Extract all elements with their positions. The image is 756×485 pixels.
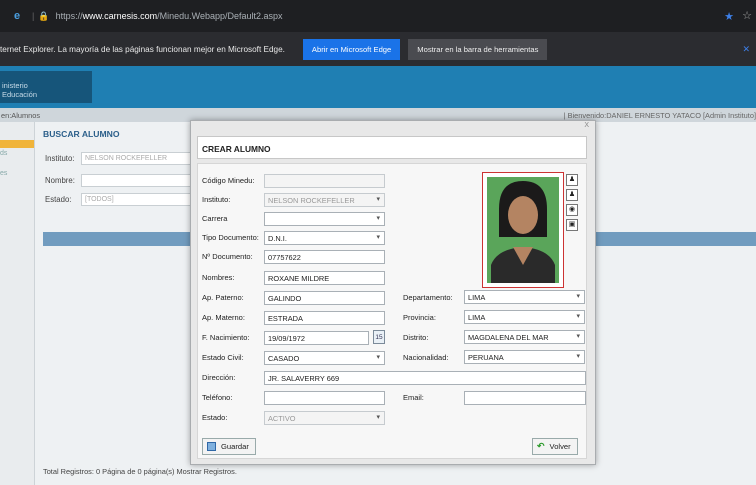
calendar-icon[interactable]: 15 xyxy=(373,330,385,344)
dialog-title: CREAR ALUMNO xyxy=(197,136,587,159)
back-button[interactable]: ↶ Volver xyxy=(532,438,578,455)
back-arrow-icon: ↶ xyxy=(537,441,545,451)
carrera-select[interactable] xyxy=(264,212,385,226)
instituto-select[interactable]: NELSON ROCKEFELLER xyxy=(264,193,385,207)
student-photo xyxy=(482,172,564,288)
save-icon xyxy=(207,442,216,451)
carrera-label: Carrera xyxy=(202,214,228,223)
sidebar-item-1[interactable]: ds xyxy=(0,148,34,168)
url-field[interactable]: https://www.carnesis.com/Minedu.Webapp/D… xyxy=(56,11,283,21)
pager-footer: Total Registros: 0 Página de 0 página(s)… xyxy=(43,467,237,476)
show-in-toolbar-button[interactable]: Mostrar en la barra de herramientas xyxy=(408,38,548,60)
browser-address-bar: e | 🔒 https://www.carnesis.com/Minedu.We… xyxy=(0,0,756,32)
divider: | xyxy=(32,11,35,21)
f-nacimiento-label: F. Nacimiento: xyxy=(202,333,250,342)
nacionalidad-label: Nacionalidad: xyxy=(403,353,449,362)
user-add-icon[interactable]: ♟ xyxy=(566,189,578,201)
ie-mode-infobar: ternet Explorer. La mayoría de las págin… xyxy=(0,32,756,66)
nro-documento-label: Nº Documento: xyxy=(202,252,253,261)
close-infobar-icon[interactable]: ✕ xyxy=(742,44,750,55)
codigo-minedu-field[interactable] xyxy=(264,174,385,188)
welcome-user: | Bienvenido:DANIEL ERNESTO YATACO [Admi… xyxy=(563,111,756,120)
estado-civil-label: Estado Civil: xyxy=(202,353,244,362)
back-button-label: Volver xyxy=(549,442,571,451)
estado-label: Estado: xyxy=(202,413,228,422)
tipo-documento-label: Tipo Documento: xyxy=(202,233,259,242)
email-label: Email: xyxy=(403,393,424,402)
save-button-label: Guardar xyxy=(221,442,249,451)
favorite-star-icon[interactable]: ★ xyxy=(724,10,734,23)
save-button[interactable]: Guardar xyxy=(202,438,256,455)
breadcrumb: en:Alumnos xyxy=(1,111,41,120)
email-field[interactable] xyxy=(464,391,586,405)
logo-line-1: inisterio xyxy=(2,81,28,90)
dialog-body: Código Minedu: Instituto: NELSON ROCKEFE… xyxy=(197,163,587,459)
telefono-field[interactable] xyxy=(264,391,385,405)
direccion-field[interactable]: JR. SALAVERRY 669 xyxy=(264,371,586,385)
nombre-label: Nombre: xyxy=(45,176,75,185)
nombres-field[interactable]: ROXANE MILDRE xyxy=(264,271,385,285)
nacionalidad-select[interactable]: PERUANA xyxy=(464,350,585,364)
provincia-label: Provincia: xyxy=(403,313,436,322)
camera-icon[interactable]: ◉ xyxy=(566,204,578,216)
distrito-select[interactable]: MAGDALENA DEL MAR xyxy=(464,330,585,344)
search-nombre-field[interactable] xyxy=(81,174,191,187)
ap-paterno-field[interactable]: GALINDO xyxy=(264,291,385,305)
f-nacimiento-field[interactable]: 19/09/1972 xyxy=(264,331,369,345)
ap-materno-field[interactable]: ESTRADA xyxy=(264,311,385,325)
provincia-select[interactable]: LIMA xyxy=(464,310,585,324)
estado-select[interactable]: ACTIVO xyxy=(264,411,385,425)
distrito-label: Distrito: xyxy=(403,333,429,342)
search-instituto-field[interactable]: NELSON ROCKEFELLER xyxy=(81,152,191,165)
crear-alumno-dialog: X CREAR ALUMNO Código Minedu: Instituto:… xyxy=(190,120,596,465)
logo-line-2: Educación xyxy=(2,90,38,99)
left-sidebar: ds es xyxy=(0,122,35,485)
codigo-label: Código Minedu: xyxy=(202,176,255,185)
instituto-label: Instituto: xyxy=(45,154,75,163)
ie-mode-icon[interactable]: e xyxy=(6,10,28,22)
favorites-icon[interactable]: ☆ xyxy=(742,9,752,22)
estado-label: Estado: xyxy=(45,195,72,204)
nombres-label: Nombres: xyxy=(202,273,235,282)
telefono-label: Teléfono: xyxy=(202,393,233,402)
ministry-logo: inisterio Educación xyxy=(0,71,92,103)
app-header: inisterio Educación xyxy=(0,66,756,108)
user-icon[interactable]: ♟ xyxy=(566,174,578,186)
open-in-edge-button[interactable]: Abrir en Microsoft Edge xyxy=(302,38,401,60)
departamento-label: Departamento: xyxy=(403,293,453,302)
sidebar-item-active[interactable] xyxy=(0,140,34,148)
search-estado-select[interactable]: [TODOS] xyxy=(81,193,191,206)
tipo-documento-select[interactable]: D.N.I. xyxy=(264,231,385,245)
delete-photo-icon[interactable]: ▣ xyxy=(566,219,578,231)
direccion-label: Dirección: xyxy=(202,373,236,382)
ap-paterno-label: Ap. Paterno: xyxy=(202,293,244,302)
instituto-label: Instituto: xyxy=(202,195,231,204)
ap-materno-label: Ap. Materno: xyxy=(202,313,245,322)
search-title: BUSCAR ALUMNO xyxy=(43,129,120,139)
close-dialog-icon[interactable]: X xyxy=(584,122,589,129)
estado-civil-select[interactable]: CASADO xyxy=(264,351,385,365)
sidebar-item-2[interactable]: es xyxy=(0,168,34,188)
photo-tools: ♟ ♟ ◉ ▣ xyxy=(566,174,580,234)
infobar-message: ternet Explorer. La mayoría de las págin… xyxy=(0,44,285,54)
nro-documento-field[interactable]: 07757622 xyxy=(264,250,385,264)
departamento-select[interactable]: LIMA xyxy=(464,290,585,304)
lock-icon[interactable]: 🔒 xyxy=(38,11,49,22)
